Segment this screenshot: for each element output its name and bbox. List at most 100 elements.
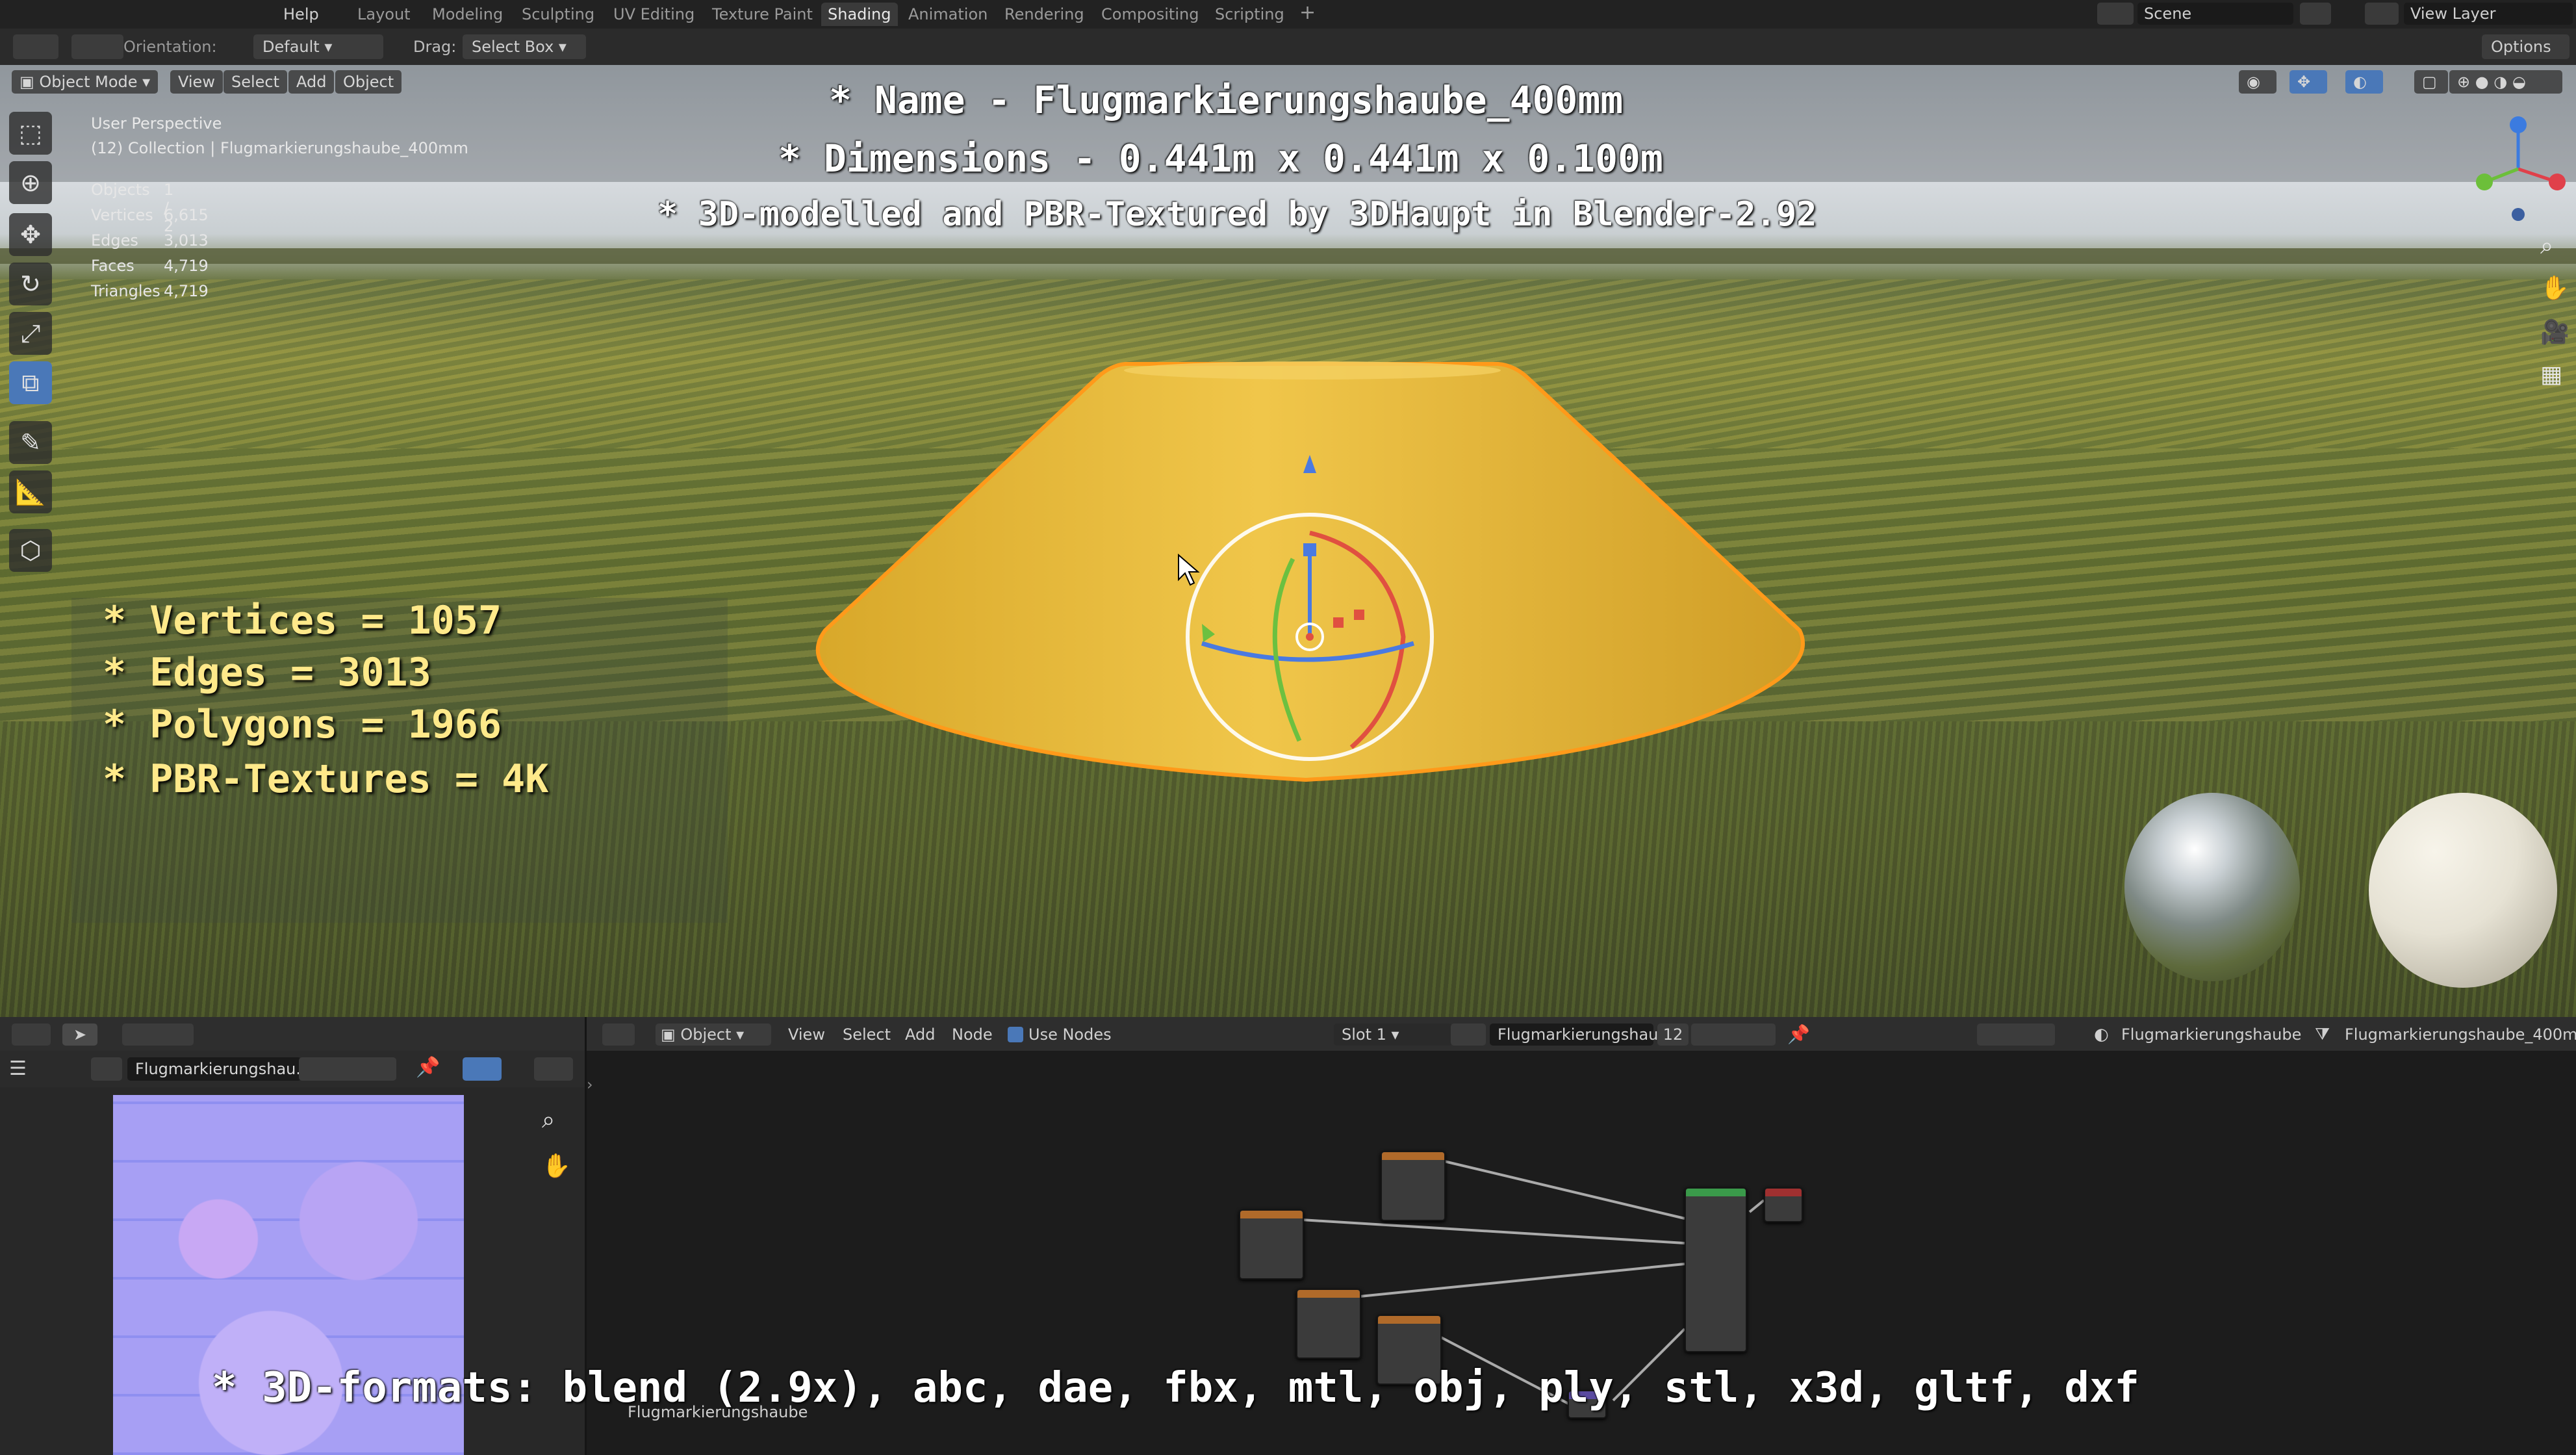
image-pan-hand-icon[interactable]: ✋ bbox=[542, 1152, 571, 1179]
gizmo-move-x-handle[interactable] bbox=[1333, 617, 1344, 628]
image-actions-icons[interactable] bbox=[299, 1057, 396, 1081]
image-name-field[interactable]: Flugmarkierungshau... bbox=[127, 1057, 311, 1081]
menu-select[interactable]: Select bbox=[223, 70, 288, 94]
transform-gizmo[interactable] bbox=[1156, 429, 1442, 793]
overlay-toggle-icon[interactable] bbox=[463, 1057, 502, 1081]
material-output-node[interactable] bbox=[1764, 1187, 1803, 1222]
collection-label: (12) Collection | Flugmarkierungshaube_4… bbox=[91, 139, 468, 157]
overlay-formats-line: * 3D-formats: blend (2.9x), abc, dae, fb… bbox=[212, 1364, 2139, 1412]
stat-objects-label: Objects bbox=[91, 181, 150, 199]
view-layer-selector-icon[interactable] bbox=[2365, 3, 2399, 25]
3d-viewport[interactable]: ▣ Object Mode ▾ View Select Add Object ◉… bbox=[0, 65, 2576, 1017]
orientation-dropdown[interactable]: Default ▾ bbox=[253, 34, 383, 59]
mode-label: Object Mode bbox=[39, 73, 138, 91]
gizmo-rotate-x[interactable] bbox=[1309, 530, 1406, 749]
stat-vertices-value: 6,615 bbox=[164, 206, 209, 224]
image-editor-header-row2: ☰ Flugmarkierungshau... 📌 bbox=[0, 1051, 585, 1087]
ortho-toggle-icon[interactable]: ▦ bbox=[2540, 361, 2562, 388]
tab-sculpting[interactable]: Sculpting bbox=[515, 3, 601, 26]
cone-top-face bbox=[1124, 361, 1501, 380]
select-tool-icon[interactable]: ➤ bbox=[62, 1024, 97, 1046]
object-mode-icon[interactable] bbox=[71, 34, 123, 59]
select-box-tool-icon[interactable]: ⬚ bbox=[9, 112, 52, 155]
overlay-stats-panel: * Vertices = 1057 * Edges = 3013 * Polyg… bbox=[71, 598, 728, 923]
scene-field[interactable]: Scene bbox=[2137, 3, 2293, 25]
measure-tool-icon[interactable]: 📐 bbox=[9, 470, 52, 513]
overlay-name-line: * Name - Flugmarkierungshaube_400mm bbox=[829, 78, 1624, 122]
gizmo-x-axis bbox=[2518, 167, 2554, 183]
tab-animation[interactable]: Animation bbox=[902, 3, 994, 26]
cursor-tool-icon[interactable]: ⊕ bbox=[9, 161, 52, 204]
texture-node-1[interactable] bbox=[1381, 1151, 1446, 1221]
image-zoom-icon[interactable]: ⌕ bbox=[542, 1107, 555, 1134]
overlay-credits-line: * 3D-modelled and PBR-Textured by 3DHaup… bbox=[657, 195, 1817, 234]
gizmo-rotate-y[interactable] bbox=[1272, 558, 1302, 742]
stat-edges-label: Edges bbox=[91, 231, 138, 250]
new-scene-icon[interactable] bbox=[2300, 3, 2331, 25]
menu-object[interactable]: Object bbox=[335, 70, 402, 94]
orientation-value: Default bbox=[262, 38, 320, 56]
visibility-icon[interactable]: ◉ bbox=[2239, 70, 2276, 94]
gizmo-toggle-icon[interactable]: ✥ bbox=[2289, 70, 2327, 94]
rotate-tool-icon[interactable]: ↻ bbox=[9, 263, 52, 305]
texture-node-3[interactable] bbox=[1296, 1289, 1361, 1359]
pan-hand-icon[interactable]: ✋ bbox=[2540, 274, 2570, 302]
gizmo-scale-x-handle[interactable] bbox=[1354, 610, 1364, 620]
gizmo-z-arrow[interactable] bbox=[1303, 455, 1316, 473]
add-workspace-icon[interactable]: + bbox=[1299, 1, 1316, 24]
gizmo-x-ball[interactable] bbox=[2549, 174, 2566, 190]
gizmo-y-arrow[interactable] bbox=[1202, 624, 1215, 642]
gizmo-z-ball[interactable] bbox=[2510, 116, 2527, 133]
move-tool-icon[interactable]: ✥ bbox=[9, 213, 52, 256]
display-channels-icon[interactable] bbox=[534, 1057, 573, 1081]
stat-vertices-label: Vertices bbox=[91, 206, 153, 224]
gizmo-y-ball[interactable] bbox=[2476, 174, 2493, 190]
navigation-gizmo[interactable] bbox=[2456, 104, 2566, 234]
principled-bsdf-node[interactable] bbox=[1685, 1187, 1747, 1352]
gizmo-y-axis bbox=[2488, 167, 2519, 183]
tab-texture-paint[interactable]: Texture Paint bbox=[706, 3, 819, 26]
image-browse-icon[interactable] bbox=[91, 1057, 122, 1081]
gizmo-neg-z-ball[interactable] bbox=[2512, 208, 2525, 221]
stat-faces-value: 4,719 bbox=[164, 257, 209, 275]
mode-dropdown[interactable]: ▣ Object Mode ▾ bbox=[12, 70, 159, 94]
tab-uv-editing[interactable]: UV Editing bbox=[607, 3, 701, 26]
top-menu-bar: Help Layout Modeling Sculpting UV Editin… bbox=[0, 0, 2576, 29]
options-button[interactable]: Options bbox=[2482, 34, 2570, 59]
tab-layout[interactable]: Layout bbox=[351, 3, 417, 26]
zoom-icon[interactable]: ⌕ bbox=[2540, 233, 2553, 260]
drag-label: Drag: bbox=[413, 38, 457, 56]
tab-scripting[interactable]: Scripting bbox=[1208, 3, 1291, 26]
scene-selector-icon[interactable] bbox=[2097, 3, 2134, 25]
sidebar-menu-icon[interactable]: ☰ bbox=[9, 1057, 27, 1080]
transform-tool-icon[interactable]: ⧉ bbox=[9, 361, 52, 404]
camera-view-icon[interactable]: 🎥 bbox=[2540, 318, 2570, 346]
node-link-3 bbox=[1359, 1263, 1685, 1298]
mouse-cursor-icon bbox=[1178, 554, 1200, 586]
pin-icon[interactable]: 📌 bbox=[416, 1056, 440, 1079]
selection-mode-icons[interactable] bbox=[122, 1024, 194, 1046]
image-editor-type-icon[interactable] bbox=[12, 1024, 51, 1046]
tab-modeling[interactable]: Modeling bbox=[426, 3, 509, 26]
tab-rendering[interactable]: Rendering bbox=[998, 3, 1091, 26]
tab-shading[interactable]: Shading bbox=[821, 3, 898, 26]
menu-view[interactable]: View bbox=[170, 70, 223, 94]
gizmo-rotate-z[interactable] bbox=[1201, 641, 1415, 662]
editor-type-icon[interactable] bbox=[13, 34, 58, 59]
menu-add[interactable]: Add bbox=[288, 70, 335, 94]
tool-header: Orientation: Default ▾ Drag: Select Box … bbox=[0, 29, 2576, 65]
shading-mode-icons[interactable]: ⊕ ● ◑ ◒ bbox=[2449, 70, 2562, 94]
drag-dropdown[interactable]: Select Box ▾ bbox=[463, 34, 586, 59]
overlay-pbr-textures: * PBR-Textures = 4K bbox=[103, 756, 549, 802]
add-cube-tool-icon[interactable]: ⬡ bbox=[9, 529, 52, 572]
tab-compositing[interactable]: Compositing bbox=[1095, 3, 1205, 26]
view-layer-field[interactable]: View Layer bbox=[2404, 3, 2573, 25]
texture-node-2[interactable] bbox=[1239, 1209, 1304, 1280]
scale-tool-icon[interactable]: ⤢ bbox=[9, 312, 52, 355]
xray-icon[interactable]: ▢ bbox=[2414, 70, 2448, 94]
menu-help[interactable]: Help bbox=[283, 3, 319, 26]
gizmo-move-z-handle[interactable] bbox=[1303, 543, 1316, 556]
annotate-tool-icon[interactable]: ✎ bbox=[9, 421, 52, 464]
overlays-toggle-icon[interactable]: ◐ bbox=[2345, 70, 2383, 94]
perspective-label: User Perspective bbox=[91, 114, 222, 133]
